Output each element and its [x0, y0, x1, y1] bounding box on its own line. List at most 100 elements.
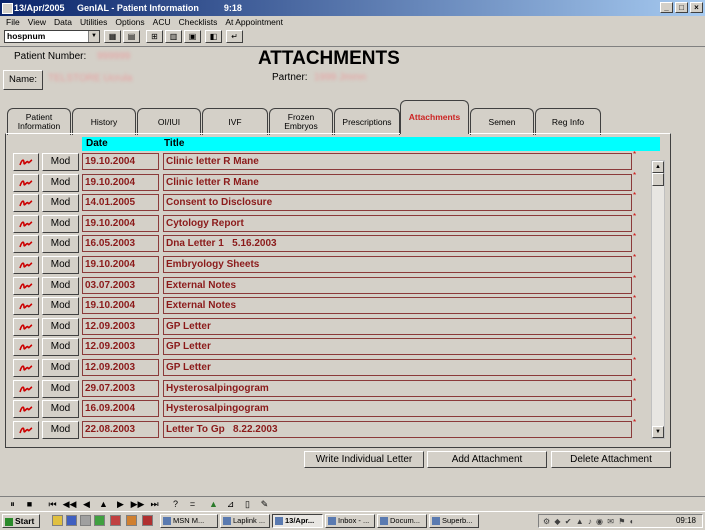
title-cell[interactable]: Cytology Report — [163, 215, 632, 232]
modify-button[interactable]: Mod — [42, 174, 79, 192]
title-cell[interactable]: Clinic letter R Mane — [163, 174, 632, 191]
title-cell[interactable]: External Notes — [163, 297, 632, 314]
menu-data[interactable]: Data — [54, 16, 72, 28]
stop-icon[interactable]: ■ — [21, 497, 38, 511]
scroll-down-icon[interactable]: ▼ — [652, 426, 664, 438]
date-cell[interactable]: 19.10.2004 — [82, 153, 159, 170]
write-individual-letter-button[interactable]: Write Individual Letter — [304, 451, 424, 468]
date-cell[interactable]: 19.10.2004 — [82, 256, 159, 273]
add-attachment-button[interactable]: Add Attachment — [427, 451, 547, 468]
menu-checklists[interactable]: Checklists — [179, 16, 218, 28]
quicklaunch-icon[interactable] — [94, 515, 105, 526]
view-attachment-button[interactable] — [13, 215, 39, 233]
title-cell[interactable]: Dna Letter 1 5.16.2003 — [163, 235, 632, 252]
media-icon[interactable] — [110, 515, 121, 526]
menu-options[interactable]: Options — [115, 16, 144, 28]
tray-icons[interactable]: ⚙ ◆ ✔ ▲ ♪ ◉ ✉ ⚑ ◐ — [543, 517, 635, 526]
name-button[interactable]: Name: — [3, 70, 43, 90]
view-attachment-button[interactable] — [13, 174, 39, 192]
table-icon[interactable]: ▤ — [123, 30, 140, 43]
previous-icon[interactable]: ◀ — [78, 497, 95, 511]
date-cell[interactable]: 22.08.2003 — [82, 421, 159, 438]
chevron-down-icon[interactable]: ▼ — [88, 31, 99, 42]
start-button[interactable]: Start — [2, 514, 40, 528]
task-inbox[interactable]: Inbox - ... — [325, 514, 375, 528]
tree-icon[interactable]: ▲ — [205, 497, 222, 511]
next-icon[interactable]: ▶ — [112, 497, 129, 511]
date-cell[interactable]: 14.01.2005 — [82, 194, 159, 211]
modify-button[interactable]: Mod — [42, 421, 79, 439]
modify-button[interactable]: Mod — [42, 277, 79, 295]
date-cell[interactable]: 03.07.2003 — [82, 277, 159, 294]
note-icon[interactable]: ▣ — [184, 30, 201, 43]
return-icon[interactable]: ↵ — [226, 30, 243, 43]
search-field-combo[interactable]: hospnum ▼ — [4, 30, 100, 43]
modify-button[interactable]: Mod — [42, 400, 79, 418]
view-attachment-button[interactable] — [13, 297, 39, 315]
view-attachment-button[interactable] — [13, 277, 39, 295]
tab-oi-iui[interactable]: OI/IUI — [137, 108, 201, 135]
modify-button[interactable]: Mod — [42, 194, 79, 212]
title-cell[interactable]: Clinic letter R Mane — [163, 153, 632, 170]
modify-button[interactable]: Mod — [42, 153, 79, 171]
grid-icon[interactable]: ▦ — [104, 30, 121, 43]
up-icon[interactable]: ▲ — [95, 497, 112, 511]
minimize-button[interactable]: _ — [660, 2, 673, 13]
view-attachment-button[interactable] — [13, 235, 39, 253]
task-msn[interactable]: MSN M... — [160, 514, 218, 528]
modify-button[interactable]: Mod — [42, 380, 79, 398]
menu-utilities[interactable]: Utilities — [80, 16, 107, 28]
rewind-icon[interactable]: ◀◀ — [61, 497, 78, 511]
date-cell[interactable]: 16.09.2004 — [82, 400, 159, 417]
app-icon[interactable] — [142, 515, 153, 526]
view-attachment-button[interactable] — [13, 380, 39, 398]
title-cell[interactable]: Hysterosalpingogram — [163, 380, 632, 397]
date-cell[interactable]: 29.07.2003 — [82, 380, 159, 397]
date-cell[interactable]: 19.10.2004 — [82, 174, 159, 191]
page-icon[interactable]: ▯ — [239, 497, 256, 511]
menu-file[interactable]: File — [6, 16, 20, 28]
tab-patient-information[interactable]: Patient Information — [7, 108, 71, 135]
modify-button[interactable]: Mod — [42, 215, 79, 233]
tab-semen[interactable]: Semen — [470, 108, 534, 135]
view-attachment-button[interactable] — [13, 153, 39, 171]
title-cell[interactable]: GP Letter — [163, 338, 632, 355]
task-laplink[interactable]: Laplink ... — [220, 514, 270, 528]
fast-forward-icon[interactable]: ▶▶ — [129, 497, 146, 511]
edit-icon[interactable]: ✎ — [256, 497, 273, 511]
date-cell[interactable]: 19.10.2004 — [82, 297, 159, 314]
tab-frozen-embryos[interactable]: Frozen Embryos — [269, 108, 333, 135]
tab-attachments[interactable]: Attachments — [400, 100, 469, 134]
equals-icon[interactable]: = — [184, 497, 201, 511]
menu-at-appointment[interactable]: At Appointment — [225, 16, 283, 28]
title-cell[interactable]: Consent to Disclosure — [163, 194, 632, 211]
title-cell[interactable]: GP Letter — [163, 359, 632, 376]
tab-ivf[interactable]: IVF — [202, 108, 268, 135]
close-button[interactable]: × — [690, 2, 703, 13]
menu-acu[interactable]: ACU — [153, 16, 171, 28]
title-cell[interactable]: External Notes — [163, 277, 632, 294]
vertical-scrollbar[interactable]: ▲ ▼ — [651, 160, 665, 439]
firefox-icon[interactable] — [126, 515, 137, 526]
task-documents[interactable]: Docum... — [377, 514, 427, 528]
scroll-thumb[interactable] — [652, 173, 664, 186]
last-record-icon[interactable]: ⏭ — [146, 497, 163, 511]
view-attachment-button[interactable] — [13, 194, 39, 212]
tab-prescriptions[interactable]: Prescriptions — [334, 108, 400, 135]
pause-icon[interactable]: ⏸ — [4, 497, 21, 511]
view-attachment-button[interactable] — [13, 318, 39, 336]
modify-button[interactable]: Mod — [42, 318, 79, 336]
title-cell[interactable]: Hysterosalpingogram — [163, 400, 632, 417]
date-cell[interactable]: 16.05.2003 — [82, 235, 159, 252]
desktop-icon[interactable] — [80, 515, 91, 526]
menu-view[interactable]: View — [28, 16, 46, 28]
scroll-up-icon[interactable]: ▲ — [652, 161, 664, 173]
modify-button[interactable]: Mod — [42, 338, 79, 356]
tab-history[interactable]: History — [72, 108, 136, 135]
delete-attachment-button[interactable]: Delete Attachment — [551, 451, 671, 468]
date-cell[interactable]: 12.09.2003 — [82, 338, 159, 355]
date-cell[interactable]: 12.09.2003 — [82, 359, 159, 376]
chart-icon[interactable]: ⊿ — [222, 497, 239, 511]
view-attachment-button[interactable] — [13, 256, 39, 274]
help-icon[interactable]: ? — [167, 497, 184, 511]
